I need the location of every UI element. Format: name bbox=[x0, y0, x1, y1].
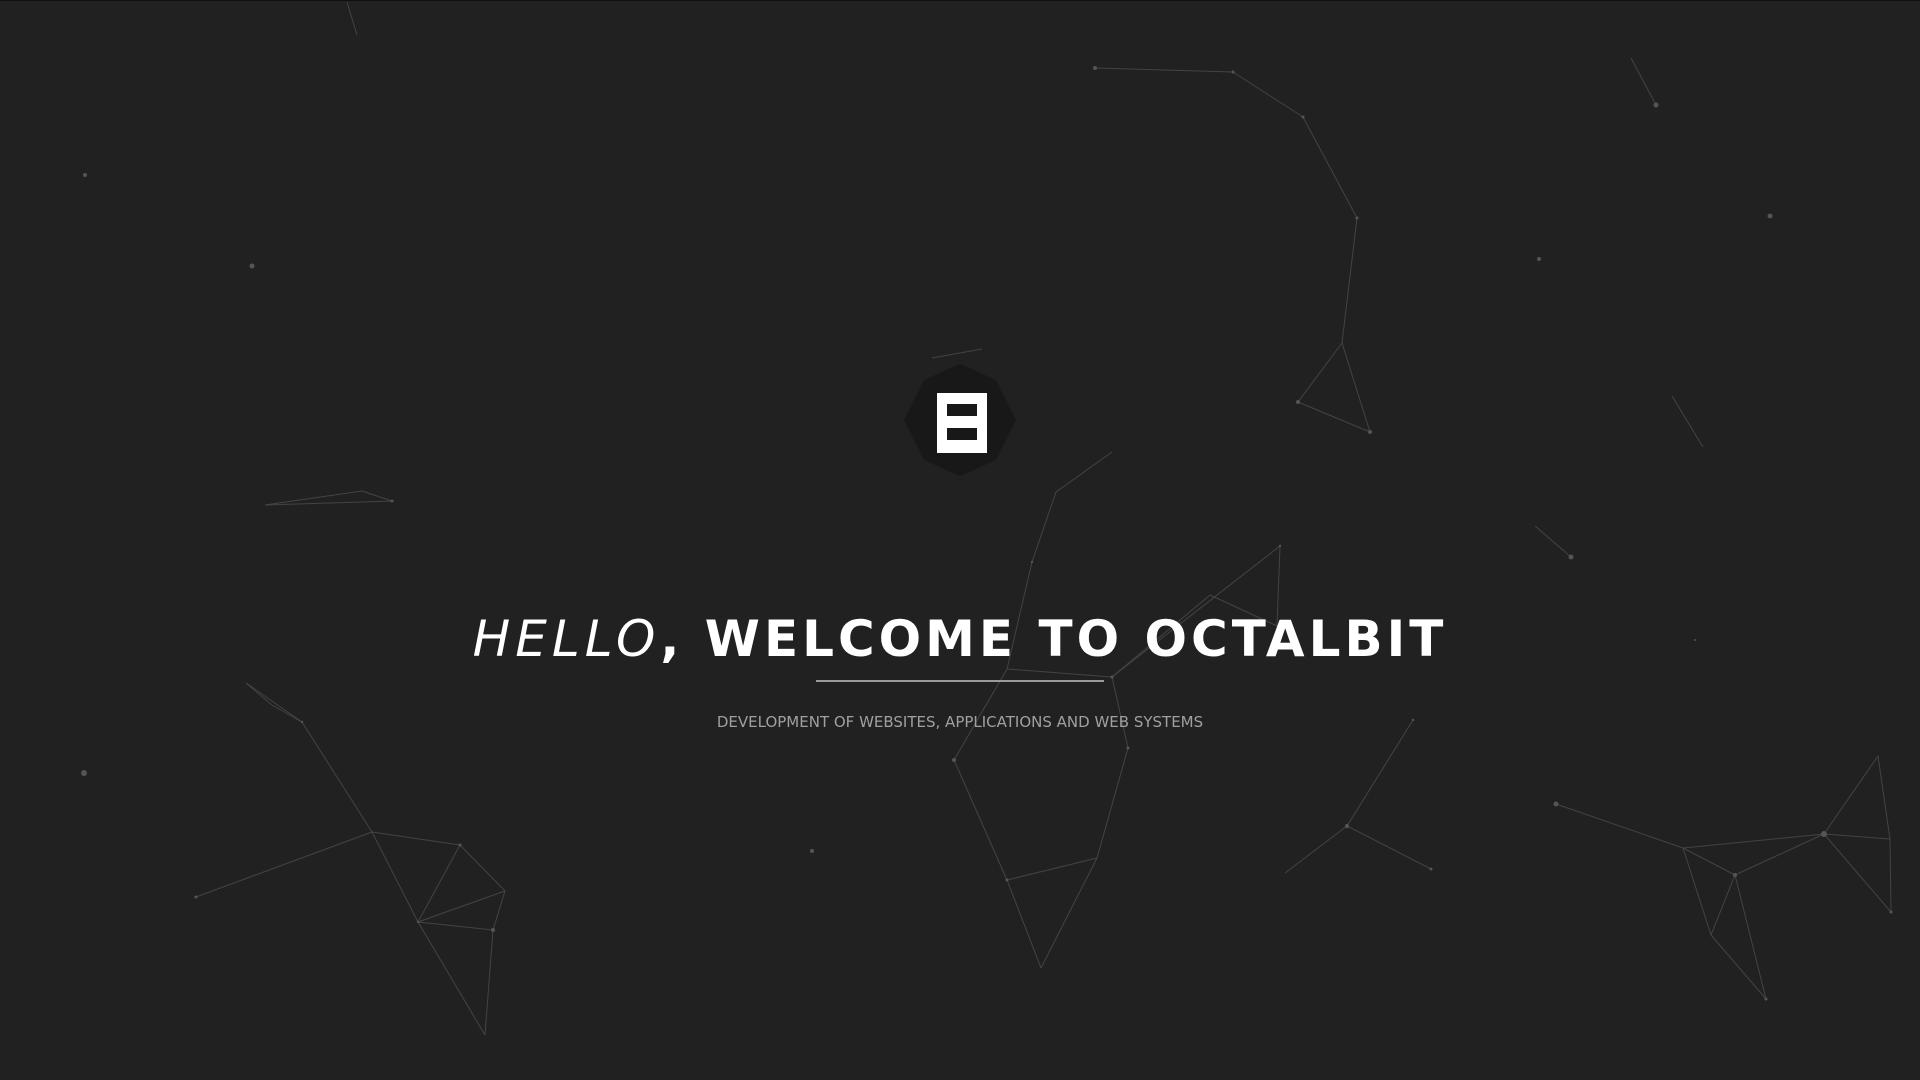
network-node bbox=[1821, 831, 1827, 837]
network-node bbox=[1355, 216, 1359, 220]
network-line bbox=[1284, 825, 1348, 874]
network-line bbox=[1630, 57, 1657, 106]
network-line bbox=[1341, 342, 1371, 433]
network-line bbox=[1341, 217, 1358, 344]
hero-tagline: DEVELOPMENT OF WEBSITES, APPLICATIONS AN… bbox=[716, 713, 1204, 731]
network-line bbox=[1823, 833, 1892, 913]
network-line bbox=[1297, 342, 1343, 403]
network-line bbox=[346, 1, 358, 36]
hero-title-welcome: , WELCOME TO OCTALBIT bbox=[660, 609, 1448, 668]
network-node bbox=[1568, 554, 1574, 560]
network-line bbox=[1710, 874, 1736, 936]
network-line bbox=[417, 921, 486, 1036]
network-node bbox=[458, 843, 462, 847]
hero-title-hello: HELLO bbox=[472, 609, 661, 668]
network-node bbox=[810, 849, 814, 853]
network-line bbox=[1877, 755, 1891, 840]
network-node bbox=[416, 920, 420, 924]
network-node bbox=[1429, 867, 1433, 871]
network-line bbox=[1682, 833, 1825, 849]
network-line bbox=[1346, 719, 1414, 827]
network-line bbox=[264, 500, 393, 506]
network-line bbox=[417, 921, 494, 931]
network-line bbox=[371, 831, 461, 846]
logo-mark-lower-slot bbox=[947, 428, 977, 440]
network-line bbox=[1734, 833, 1825, 876]
network-node bbox=[1368, 430, 1372, 434]
network-node bbox=[1278, 544, 1282, 548]
network-node bbox=[1764, 997, 1768, 1001]
network-node bbox=[1345, 824, 1349, 828]
title-divider bbox=[816, 680, 1104, 682]
network-node bbox=[952, 758, 956, 762]
network-line bbox=[371, 831, 419, 923]
network-line bbox=[1823, 755, 1879, 835]
network-line bbox=[1302, 116, 1358, 219]
network-node bbox=[1653, 102, 1659, 108]
network-node bbox=[1093, 66, 1097, 70]
logo-mark-frame bbox=[937, 393, 987, 453]
network-node bbox=[1005, 878, 1009, 882]
network-line bbox=[1040, 857, 1098, 969]
network-node bbox=[1537, 257, 1541, 261]
network-node bbox=[1553, 801, 1559, 807]
particle-network-background bbox=[81, 1, 1893, 1036]
network-line bbox=[1534, 525, 1572, 558]
network-node bbox=[1110, 675, 1114, 679]
octalbit-logo-icon bbox=[904, 364, 1016, 476]
network-line bbox=[1006, 857, 1098, 881]
network-line bbox=[1682, 847, 1712, 936]
landing-page: HELLO, WELCOME TO OCTALBIT DEVELOPMENT O… bbox=[0, 0, 1920, 1080]
hero-title: HELLO, WELCOME TO OCTALBIT bbox=[0, 604, 1920, 674]
network-node bbox=[390, 499, 394, 503]
network-line bbox=[1096, 747, 1129, 859]
network-node bbox=[1889, 910, 1893, 914]
network-line bbox=[1346, 825, 1432, 870]
network-line bbox=[953, 759, 1008, 881]
network-line bbox=[931, 348, 983, 359]
network-node bbox=[1126, 746, 1130, 750]
logo-mark-upper-slot bbox=[947, 404, 977, 416]
network-node bbox=[1301, 115, 1305, 119]
network-line bbox=[1232, 71, 1304, 118]
network-line bbox=[1823, 833, 1891, 840]
network-line bbox=[1055, 451, 1113, 493]
network-line bbox=[417, 890, 506, 923]
network-line bbox=[417, 844, 461, 923]
network-node bbox=[81, 770, 87, 776]
network-node bbox=[1733, 873, 1737, 877]
network-line bbox=[1889, 838, 1892, 913]
network-line bbox=[195, 831, 373, 898]
network-line bbox=[1555, 803, 1684, 849]
network-line bbox=[492, 890, 506, 931]
network-node bbox=[1030, 560, 1034, 564]
network-line bbox=[1671, 395, 1704, 448]
network-node bbox=[249, 263, 255, 269]
network-line bbox=[1031, 491, 1057, 563]
network-line bbox=[1094, 67, 1234, 73]
network-node bbox=[1767, 213, 1773, 219]
network-node bbox=[194, 895, 198, 899]
network-node bbox=[1231, 70, 1235, 74]
network-node bbox=[491, 928, 495, 932]
network-node bbox=[1296, 400, 1300, 404]
network-line bbox=[459, 844, 506, 892]
network-line bbox=[1297, 401, 1371, 433]
network-node bbox=[83, 173, 87, 177]
network-line bbox=[361, 490, 393, 502]
network-line bbox=[1006, 879, 1042, 969]
network-line bbox=[484, 929, 494, 1036]
network-line bbox=[301, 721, 373, 833]
